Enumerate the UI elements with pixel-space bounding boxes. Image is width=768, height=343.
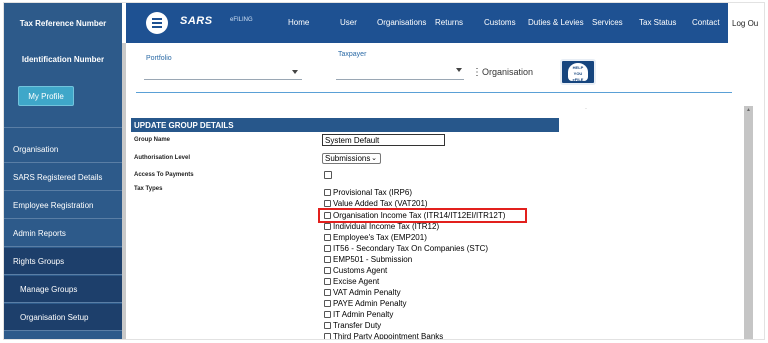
sidebar-item-admin-reports[interactable]: Admin Reports (4, 220, 122, 247)
tax-types-label: Tax Types (134, 186, 163, 192)
tax-type-employees-tax[interactable]: Employee's Tax (EMP201) (324, 232, 427, 243)
authorisation-level-value: Submissions (325, 154, 371, 163)
tax-type-checkbox[interactable] (324, 189, 331, 196)
more-options-icon[interactable]: ⋮ (472, 67, 482, 78)
nav-contact[interactable]: Contact (692, 18, 720, 27)
tax-type-provisional-tax[interactable]: Provisional Tax (IRP6) (324, 187, 412, 198)
content-scrollbar[interactable] (744, 106, 753, 339)
efiling-logo-text: eFILING (230, 17, 253, 23)
tax-type-checkbox[interactable] (324, 234, 331, 241)
nav-duties-levies[interactable]: Duties & Levies (528, 18, 584, 27)
sidebar-item-organisation[interactable]: Organisation (4, 136, 122, 163)
tax-type-checkbox[interactable] (324, 322, 331, 329)
tax-type-checkbox[interactable] (324, 289, 331, 296)
sidebar-item-organisation-setup[interactable]: Organisation Setup (4, 304, 122, 331)
nav-tax-status[interactable]: Tax Status (639, 18, 676, 27)
filter-divider (136, 92, 732, 93)
group-name-input[interactable] (322, 134, 445, 146)
nav-customs[interactable]: Customs (484, 18, 516, 27)
content-marker: · (585, 106, 587, 112)
sidebar-divider (4, 127, 122, 128)
chevron-down-icon: ⌄ (371, 155, 377, 162)
highlight-annotation (318, 208, 527, 223)
section-title: UPDATE GROUP DETAILS (131, 118, 559, 132)
help-icon-text: HELP YOU eFILE (568, 63, 588, 82)
tax-type-checkbox[interactable] (324, 267, 331, 274)
tax-type-excise-agent[interactable]: Excise Agent (324, 276, 379, 287)
tax-type-vat-admin-penalty[interactable]: VAT Admin Penalty (324, 287, 401, 298)
portfolio-label: Portfolio (146, 55, 172, 62)
logout-link[interactable]: Log Ou (728, 3, 764, 43)
authorisation-level-label: Authorisation Level (134, 155, 191, 161)
scroll-up-arrow-icon[interactable]: ▲ (746, 107, 751, 113)
tax-type-it-admin-penalty[interactable]: IT Admin Penalty (324, 309, 393, 320)
menu-icon[interactable] (146, 12, 168, 34)
tax-reference-number-label: Tax Reference Number (19, 19, 107, 28)
tax-type-emp501[interactable]: EMP501 - Submission (324, 254, 412, 265)
tax-type-checkbox[interactable] (324, 223, 331, 230)
nav-user[interactable]: User (340, 18, 357, 27)
sidebar-item-employee-registration[interactable]: Employee Registration (4, 192, 122, 219)
tax-type-checkbox[interactable] (324, 300, 331, 307)
access-to-payments-checkbox[interactable] (324, 171, 332, 179)
app-window: Tax Reference Number Identification Numb… (3, 2, 765, 340)
tax-type-customs-agent[interactable]: Customs Agent (324, 265, 387, 276)
taxpayer-select[interactable] (336, 79, 464, 80)
nav-returns[interactable]: Returns (435, 18, 463, 27)
sidebar-item-rights-groups[interactable]: Rights Groups (4, 248, 122, 275)
tax-type-paye-admin-penalty[interactable]: PAYE Admin Penalty (324, 298, 407, 309)
tax-type-checkbox[interactable] (324, 311, 331, 318)
tax-type-third-party-appointment-banks[interactable]: Third Party Appointment Banks (324, 331, 443, 339)
taxpayer-chevron-down-icon[interactable] (456, 68, 462, 72)
portfolio-select[interactable] (144, 79, 302, 80)
help-icon[interactable]: HELP YOU eFILE (560, 59, 596, 85)
tax-type-it56-stc[interactable]: IT56 - Secondary Tax On Companies (STC) (324, 243, 488, 254)
nav-services[interactable]: Services (592, 18, 623, 27)
authorisation-level-select[interactable]: Submissions ⌄ (322, 153, 381, 164)
organisation-label: Organisation (482, 67, 534, 77)
tax-type-checkbox[interactable] (324, 200, 331, 207)
tax-type-transfer-duty[interactable]: Transfer Duty (324, 320, 381, 331)
sars-logo: SARS (180, 15, 213, 27)
tax-type-checkbox[interactable] (324, 278, 331, 285)
filter-bar: Portfolio Taxpayer ⋮ Organisation HELP Y… (126, 43, 764, 99)
access-to-payments-label: Access To Payments (134, 172, 194, 178)
identification-number-label: Identification Number (21, 55, 105, 64)
tax-type-checkbox[interactable] (324, 245, 331, 252)
nav-organisations[interactable]: Organisations (377, 18, 426, 27)
top-navigation: SARS eFILING Home User Organisations Ret… (126, 3, 764, 43)
portfolio-chevron-down-icon[interactable] (292, 70, 298, 74)
tax-type-checkbox[interactable] (324, 256, 331, 263)
sidebar: Tax Reference Number Identification Numb… (4, 3, 122, 339)
my-profile-button[interactable]: My Profile (18, 86, 74, 106)
tax-type-checkbox[interactable] (324, 333, 331, 339)
nav-home[interactable]: Home (288, 18, 309, 27)
sidebar-item-manage-groups[interactable]: Manage Groups (4, 276, 122, 303)
group-name-label: Group Name (134, 137, 171, 143)
taxpayer-label: Taxpayer (338, 51, 367, 58)
sidebar-item-sars-registered-details[interactable]: SARS Registered Details (4, 164, 122, 191)
